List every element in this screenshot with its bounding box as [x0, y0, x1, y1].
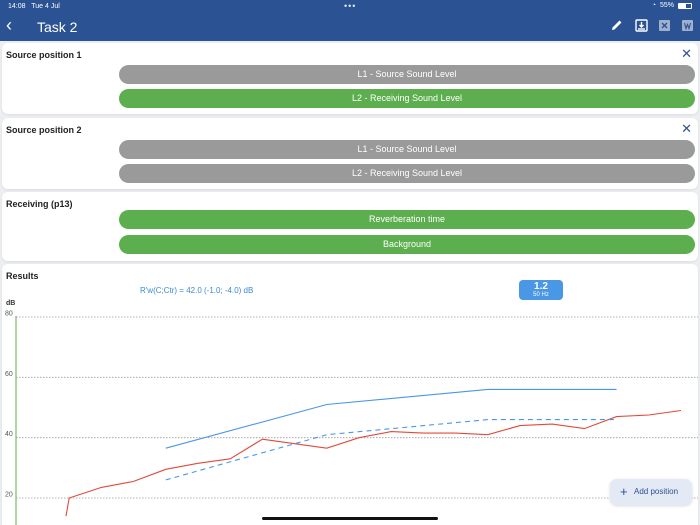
- l1-source-sound-level-button[interactable]: L1 - Source Sound Level: [119, 65, 695, 84]
- battery-percent: 55%: [659, 2, 674, 9]
- series-line-red-solid: [65, 409, 682, 517]
- y-tick-label: 20: [5, 492, 13, 499]
- excel-icon[interactable]: [656, 19, 672, 35]
- y-tick-label: 80: [5, 311, 13, 318]
- status-time: 14:08 Tue 4 Jul: [8, 3, 60, 10]
- l2-receiving-sound-level-button[interactable]: L2 - Receiving Sound Level: [119, 164, 695, 183]
- section-title: Receiving (p13): [6, 199, 73, 209]
- results-card: Results R'w(C;Ctr) = 42.0 (-1.0; -4.0) d…: [2, 264, 698, 525]
- top-bar: 14:08 Tue 4 Jul ••• ◔ 55% ‹ Task 2: [0, 0, 700, 41]
- pencil-icon[interactable]: [609, 19, 625, 35]
- page-title: Task 2: [37, 19, 78, 35]
- section-title: Source position 1: [6, 50, 82, 60]
- l1-source-sound-level-button[interactable]: L1 - Source Sound Level: [119, 140, 695, 159]
- series-line-blue-dashed: [165, 419, 617, 481]
- l2-receiving-sound-level-button[interactable]: L2 - Receiving Sound Level: [119, 89, 695, 108]
- wifi-icon: ◔: [651, 2, 656, 9]
- multitasking-dots[interactable]: •••: [344, 1, 356, 11]
- background-button[interactable]: Background: [119, 235, 695, 254]
- home-indicator[interactable]: [262, 517, 438, 520]
- battery-icon: [678, 2, 692, 9]
- section-title: Source position 2: [6, 125, 82, 135]
- receiving-card: Receiving (p13) Reverberation time Backg…: [2, 192, 698, 261]
- results-chart[interactable]: dB 20 40 60 80: [2, 264, 698, 525]
- status-icons: ◔ 55%: [652, 2, 692, 9]
- source-position-1-card: Source position 1 ✕ L1 - Source Sound Le…: [2, 43, 698, 114]
- source-position-2-card: Source position 2 ✕ L1 - Source Sound Le…: [2, 118, 698, 189]
- add-position-label: Add position: [634, 487, 679, 496]
- close-icon[interactable]: ✕: [681, 122, 692, 135]
- y-tick-label: 60: [5, 371, 13, 378]
- reverberation-time-button[interactable]: Reverberation time: [119, 210, 695, 229]
- add-position-button[interactable]: + Add position: [610, 479, 692, 505]
- y-tick-label: 40: [5, 431, 13, 438]
- close-icon[interactable]: ✕: [681, 47, 692, 60]
- plus-icon: +: [620, 484, 628, 499]
- word-icon[interactable]: [679, 19, 695, 35]
- y-axis-label: dB: [6, 300, 15, 307]
- series-line-blue-solid: [165, 388, 617, 449]
- back-button[interactable]: ‹: [6, 16, 20, 36]
- download-icon[interactable]: [633, 19, 649, 35]
